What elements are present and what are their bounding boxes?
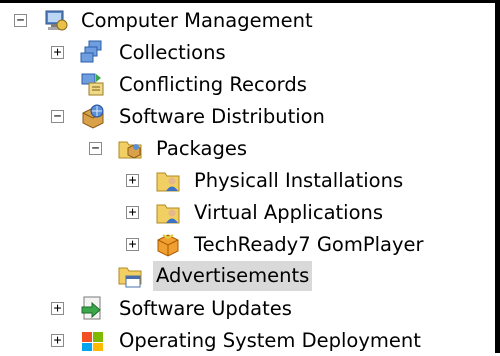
collections-icon bbox=[80, 39, 106, 65]
computer-management-icon bbox=[43, 7, 69, 33]
tree-label-techready-gomplayer: TechReady7 GomPlayer bbox=[194, 233, 424, 256]
physicall-installations-folder-icon bbox=[155, 167, 181, 193]
tree-label-packages: Packages bbox=[156, 137, 247, 160]
package-icon bbox=[155, 231, 181, 257]
tree-label-software-updates: Software Updates bbox=[119, 297, 292, 320]
expand-toggle-os-deployment[interactable]: + bbox=[51, 334, 64, 347]
software-distribution-icon bbox=[80, 103, 106, 129]
tree-label-virtual-applications: Virtual Applications bbox=[194, 201, 384, 224]
window-top-border bbox=[0, 0, 500, 3]
software-updates-icon bbox=[80, 295, 106, 321]
tree-label-conflicting-records: Conflicting Records bbox=[119, 73, 307, 96]
collapse-toggle-packages[interactable]: − bbox=[89, 142, 102, 155]
advertisements-icon bbox=[117, 263, 143, 289]
packages-folder-icon bbox=[117, 135, 143, 161]
tree-label-os-deployment: Operating System Deployment bbox=[119, 329, 421, 352]
tree-label-physicall-installations: Physicall Installations bbox=[194, 169, 404, 192]
expand-toggle-techready-gomplayer[interactable]: + bbox=[126, 238, 139, 251]
os-deployment-icon bbox=[80, 326, 106, 352]
tree-label-advertisements: Advertisements bbox=[153, 261, 313, 291]
collapse-toggle-software-distribution[interactable]: − bbox=[51, 110, 64, 123]
collapse-toggle-computer-management[interactable]: − bbox=[14, 14, 27, 27]
expand-toggle-software-updates[interactable]: + bbox=[51, 302, 64, 315]
expand-toggle-virtual-applications[interactable]: + bbox=[126, 206, 139, 219]
expand-toggle-physicall-installations[interactable]: + bbox=[126, 174, 139, 187]
conflicting-records-icon bbox=[80, 71, 106, 97]
virtual-applications-folder-icon bbox=[155, 199, 181, 225]
tree-label-collections: Collections bbox=[119, 41, 226, 64]
window-right-border bbox=[495, 0, 500, 353]
tree-label-computer-management: Computer Management bbox=[81, 9, 313, 32]
expand-toggle-collections[interactable]: + bbox=[51, 46, 64, 59]
tree-label-software-distribution: Software Distribution bbox=[119, 105, 325, 128]
